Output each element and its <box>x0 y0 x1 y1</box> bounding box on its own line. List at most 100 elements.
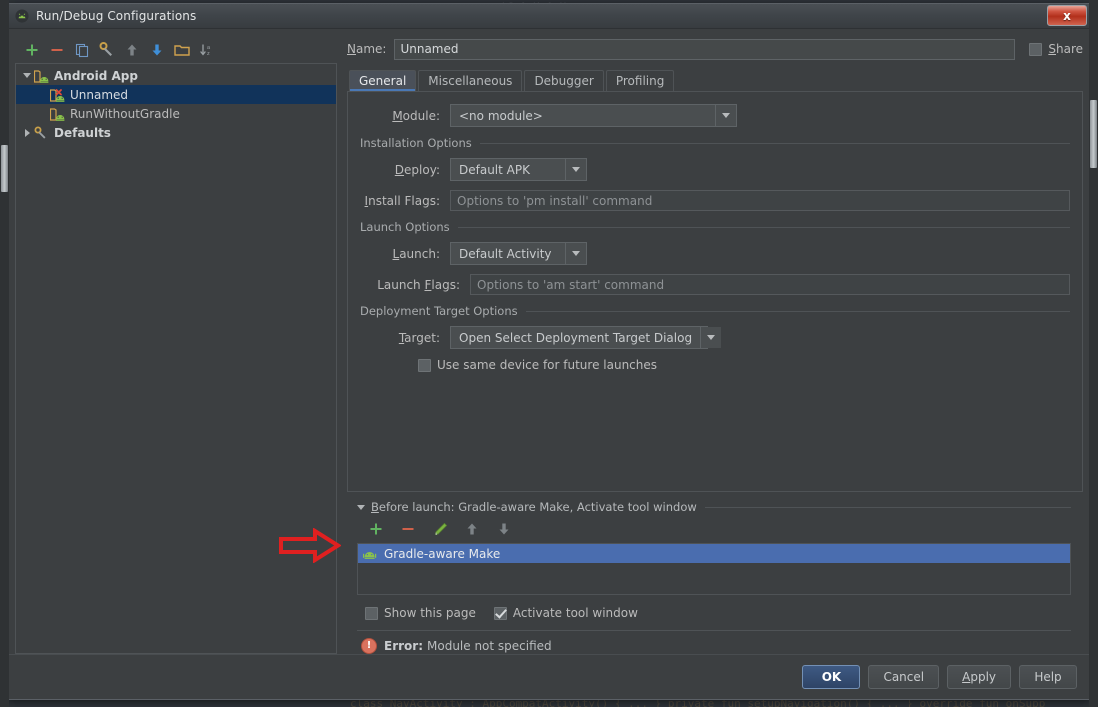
launch-row: Launch: Default Activity <box>360 242 1070 265</box>
error-area: ! Error: Module not specified <box>347 630 1083 654</box>
ok-button[interactable]: OK <box>802 665 861 689</box>
settings-tabs[interactable]: General Miscellaneous Debugger Profiling <box>347 70 1083 92</box>
launch-flags-input[interactable]: Options to 'am start' command <box>470 274 1070 295</box>
remove-task-button[interactable] <box>397 519 419 539</box>
configurations-toolbar: a z <box>15 37 337 63</box>
arrow-up-icon <box>127 44 137 56</box>
cancel-button[interactable]: Cancel <box>868 665 940 689</box>
before-launch-header[interactable]: Before launch: Gradle-aware Make, Activa… <box>357 500 1071 514</box>
target-row: Target: Open Select Deployment Target Di… <box>360 326 1070 349</box>
target-value: Open Select Deployment Target Dialog <box>459 330 693 345</box>
show-this-page-label: Show this page <box>384 606 476 620</box>
help-button[interactable]: Help <box>1019 665 1077 689</box>
error-message: Module not specified <box>427 639 552 653</box>
name-row: Name: Share <box>347 37 1083 61</box>
dialog-title: Run/Debug Configurations <box>36 9 197 23</box>
edit-defaults-button[interactable] <box>96 40 118 60</box>
tree-node-defaults[interactable]: Defaults <box>16 123 336 142</box>
deploy-value: Default APK <box>459 162 530 177</box>
move-up-button[interactable] <box>121 40 143 60</box>
close-icon[interactable]: x <box>1047 5 1087 26</box>
target-combobox[interactable]: Open Select Deployment Target Dialog <box>450 326 722 349</box>
chevron-right-icon[interactable] <box>20 128 34 137</box>
group-divider <box>525 310 1070 312</box>
activate-tool-window-label: Activate tool window <box>512 606 638 620</box>
before-launch-section: Before launch: Gradle-aware Make, Activa… <box>347 492 1083 620</box>
module-value: <no module> <box>459 108 543 123</box>
create-folder-button[interactable] <box>171 40 193 60</box>
launch-label: Launch: <box>392 246 441 261</box>
deploy-combobox[interactable]: Default APK <box>450 158 587 181</box>
tree-node-android-app[interactable]: Android App <box>16 66 336 85</box>
tab-miscellaneous[interactable]: Miscellaneous <box>418 70 523 91</box>
minus-icon <box>51 49 63 51</box>
tab-profiling[interactable]: Profiling <box>605 70 675 91</box>
before-launch-task-list[interactable]: Gradle-aware Make <box>357 543 1071 595</box>
share-checkbox-box[interactable] <box>1029 42 1043 56</box>
use-same-device-row[interactable]: Use same device for future launches <box>360 358 1070 372</box>
list-item[interactable]: Gradle-aware Make <box>358 544 1070 563</box>
group-divider <box>457 226 1070 228</box>
share-checkbox[interactable]: Share <box>1029 42 1083 56</box>
tree-node-label: RunWithoutGradle <box>70 106 180 121</box>
launch-value: Default Activity <box>459 246 552 261</box>
use-same-device-checkbox[interactable] <box>418 358 431 372</box>
launch-flags-label: Launch Flags: <box>377 277 460 292</box>
add-configuration-button[interactable] <box>21 40 43 60</box>
tab-general[interactable]: General <box>349 70 417 91</box>
launch-options-title: Launch Options <box>360 220 450 234</box>
installation-options-title: Installation Options <box>360 136 472 150</box>
copy-configuration-button[interactable] <box>71 40 93 60</box>
arrow-up-icon <box>467 523 477 535</box>
tree-node-runwithoutgradle[interactable]: RunWithoutGradle <box>16 104 336 123</box>
divider <box>357 630 1071 631</box>
launch-combobox[interactable]: Default Activity <box>450 242 587 265</box>
sort-alpha-icon: a z <box>200 44 211 57</box>
general-tab-panel: Module: <no module> Installation Options <box>347 92 1083 492</box>
svg-text:z: z <box>207 51 210 57</box>
move-task-down-button[interactable] <box>493 519 515 539</box>
show-this-page-checkbox-box[interactable] <box>365 606 378 620</box>
install-flags-row: Install Flags: Options to 'pm install' c… <box>360 190 1070 211</box>
wrench-icon <box>99 42 112 56</box>
install-flags-input[interactable]: Options to 'pm install' command <box>450 190 1070 211</box>
background-scrollbar-left[interactable] <box>0 0 9 707</box>
module-row: Module: <no module> <box>360 104 1070 127</box>
activate-tool-window-checkbox[interactable]: Activate tool window <box>493 606 638 620</box>
activate-tool-window-checkbox-box[interactable] <box>493 606 507 620</box>
sort-configurations-button[interactable]: a z <box>196 40 218 60</box>
background-scrollbar-right[interactable] <box>1089 0 1098 707</box>
apply-button[interactable]: Apply <box>947 665 1011 689</box>
group-divider <box>479 142 1070 144</box>
edit-task-button[interactable] <box>429 519 451 539</box>
chevron-down-icon[interactable] <box>700 327 722 348</box>
pencil-icon <box>434 522 447 535</box>
show-this-page-checkbox[interactable]: Show this page <box>365 606 476 620</box>
deployment-target-options-group: Deployment Target Options <box>360 304 1070 318</box>
add-task-button[interactable] <box>365 519 387 539</box>
use-same-device-label: Use same device for future launches <box>437 358 658 372</box>
chevron-down-icon[interactable] <box>565 243 586 264</box>
error-prefix: Error: <box>384 639 423 653</box>
launch-flags-row: Launch Flags: Options to 'am start' comm… <box>360 274 1070 295</box>
tree-node-unnamed[interactable]: Unnamed <box>16 85 336 104</box>
chevron-down-icon[interactable] <box>20 73 34 78</box>
arrow-down-icon <box>499 523 509 535</box>
tree-node-label: Unnamed <box>70 87 129 102</box>
chevron-down-icon[interactable] <box>357 504 365 510</box>
install-flags-label: Install Flags: <box>364 193 440 208</box>
copy-icon <box>75 43 88 57</box>
scrollbar-thumb[interactable] <box>1090 100 1097 168</box>
chevron-down-icon[interactable] <box>715 105 736 126</box>
module-combobox[interactable]: <no module> <box>450 104 737 127</box>
name-input[interactable] <box>394 38 1016 60</box>
move-task-up-button[interactable] <box>461 519 483 539</box>
chevron-down-icon[interactable] <box>565 159 586 180</box>
move-down-button[interactable] <box>146 40 168 60</box>
scrollbar-thumb[interactable] <box>1 145 8 192</box>
deploy-label: Deploy: <box>394 162 440 177</box>
tab-debugger[interactable]: Debugger <box>524 70 604 91</box>
remove-configuration-button[interactable] <box>46 40 68 60</box>
configurations-tree[interactable]: Android App Unnamed RunWithoutGradle Def… <box>15 63 337 654</box>
minus-icon <box>402 528 414 530</box>
